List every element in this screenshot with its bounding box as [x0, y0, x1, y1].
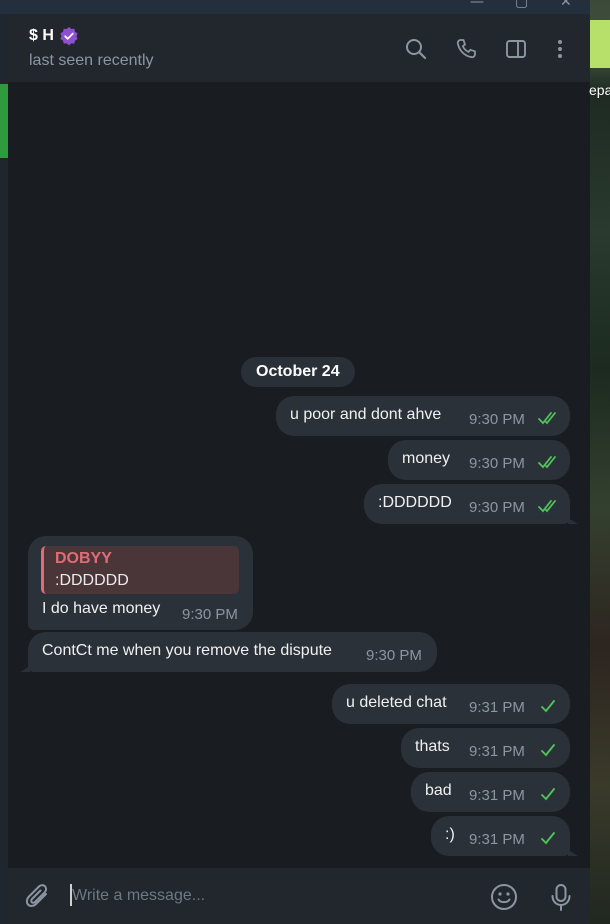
check-icon	[541, 744, 555, 757]
peer-name[interactable]: $ H	[29, 27, 54, 45]
maximize-icon[interactable]: ▢	[515, 0, 528, 10]
bubble-tail	[20, 666, 30, 672]
message-time: 9:30 PM	[469, 455, 525, 472]
phone-call-icon[interactable]	[454, 37, 478, 61]
emoji-icon[interactable]	[489, 882, 519, 912]
desktop-background-image	[590, 20, 610, 68]
message-composer	[8, 868, 590, 924]
message-outgoing[interactable]: u deleted chat 9:31 PM	[332, 684, 570, 724]
more-options-icon[interactable]	[548, 37, 572, 61]
message-time: 9:30 PM	[182, 606, 238, 623]
message-time: 9:30 PM	[366, 647, 422, 664]
minimize-icon[interactable]: —	[470, 0, 484, 10]
active-chat-indicator	[0, 84, 8, 158]
message-text: :)	[445, 826, 455, 843]
sidebar-toggle-icon[interactable]	[504, 37, 528, 61]
microphone-icon[interactable]	[546, 882, 576, 912]
verified-badge-icon	[60, 27, 78, 46]
message-text: :DDDDDD	[378, 494, 452, 511]
message-time: 9:31 PM	[469, 743, 525, 760]
peer-last-seen: last seen recently	[29, 52, 154, 69]
message-text: money	[402, 450, 451, 467]
reply-quote[interactable]: DOBYY :DDDDDD	[41, 546, 239, 594]
check-icon	[541, 832, 555, 845]
attach-paperclip-icon[interactable]	[24, 882, 52, 912]
background-window-text: epa	[589, 82, 610, 98]
message-outgoing[interactable]: :) 9:31 PM	[431, 816, 570, 856]
message-text: ContCt me when you remove the dispute	[42, 642, 332, 659]
quote-text: :DDDDDD	[55, 572, 129, 589]
message-time: 9:30 PM	[469, 499, 525, 516]
search-icon[interactable]	[404, 37, 428, 61]
desktop-background	[590, 0, 610, 924]
message-outgoing[interactable]: u poor and dont ahve 9:30 PM	[276, 396, 570, 436]
double-check-icon	[538, 500, 556, 513]
message-text: u poor and dont ahve	[290, 406, 442, 423]
message-outgoing[interactable]: bad 9:31 PM	[411, 772, 570, 812]
window-titlebar: — ▢ ✕	[0, 0, 590, 14]
message-input[interactable]	[72, 884, 472, 908]
message-incoming-reply[interactable]: DOBYY :DDDDDD I do have money 9:30 PM	[28, 536, 253, 630]
message-text: I do have money	[42, 600, 161, 617]
message-text: bad	[425, 782, 452, 799]
message-time: 9:31 PM	[469, 699, 525, 716]
message-incoming[interactable]: ContCt me when you remove the dispute 9:…	[28, 632, 437, 672]
chat-header[interactable]: $ H last seen recently	[8, 14, 590, 82]
quote-author: DOBYY	[55, 550, 112, 567]
message-outgoing[interactable]: :DDDDDD 9:30 PM	[364, 484, 570, 524]
check-icon	[541, 788, 555, 801]
double-check-icon	[538, 456, 556, 469]
message-text: u deleted chat	[346, 694, 447, 711]
double-check-icon	[538, 412, 556, 425]
message-time: 9:31 PM	[469, 787, 525, 804]
bubble-tail	[568, 518, 578, 524]
message-list[interactable]: October 24 u poor and dont ahve 9:30 PM …	[8, 82, 590, 868]
message-outgoing[interactable]: thats 9:31 PM	[401, 728, 570, 768]
message-time: 9:30 PM	[469, 411, 525, 428]
bubble-tail	[568, 850, 578, 856]
date-separator: October 24	[241, 357, 355, 387]
message-text: thats	[415, 738, 450, 755]
check-icon	[541, 700, 555, 713]
message-time: 9:31 PM	[469, 831, 525, 848]
message-outgoing[interactable]: money 9:30 PM	[388, 440, 570, 480]
close-icon[interactable]: ✕	[560, 0, 572, 10]
